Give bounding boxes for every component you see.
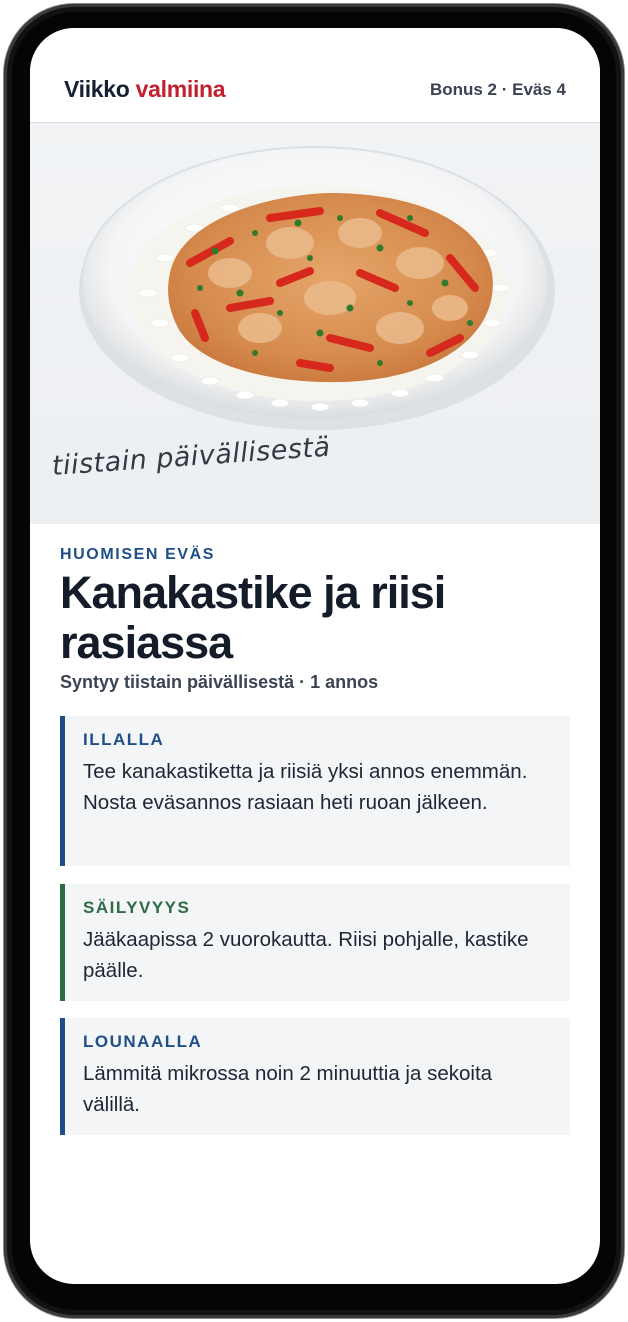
hero-image: tiistain päivällisestä [30, 123, 600, 524]
card-label: ILLALLA [83, 730, 165, 749]
page-title: Kanakastike ja riisi rasiassa [60, 567, 446, 668]
step-card-evening: ILLALLA Tee kanakastiketta ja riisiä yks… [60, 716, 570, 866]
brand-logo[interactable]: Viikko valmiina [64, 76, 226, 103]
app-screen: Viikko valmiina Bonus 2 · Eväs 4 tiistai… [30, 28, 600, 1284]
brand-word-1: Viikko [64, 76, 130, 102]
card-text: Lämmitä mikrossa noin 2 minuuttia ja sek… [83, 1062, 493, 1116]
step-card-storage: SÄILYVYYS Jääkaapissa 2 vuorokautta. Rii… [60, 884, 570, 1001]
card-label: LOUNAALLA [83, 1032, 203, 1051]
card-text: Tee kanakastiketta ja riisiä yksi annos … [83, 760, 528, 814]
page-subtitle: Syntyy tiistain päivällisestä · 1 annos [60, 672, 379, 692]
bonus-counter: Bonus 2 · Eväs 4 [429, 80, 566, 99]
brand-word-2: valmiina [135, 76, 226, 102]
step-card-lunch: LOUNAALLA Lämmitä mikrossa noin 2 minuut… [60, 1018, 570, 1135]
section-kicker: HUOMISEN EVÄS [60, 546, 216, 563]
app-header: Viikko valmiina Bonus 2 · Eväs 4 [30, 28, 600, 123]
card-text: Jääkaapissa 2 vuorokautta. Riisi pohjall… [83, 928, 529, 982]
card-label: SÄILYVYYS [83, 898, 191, 917]
